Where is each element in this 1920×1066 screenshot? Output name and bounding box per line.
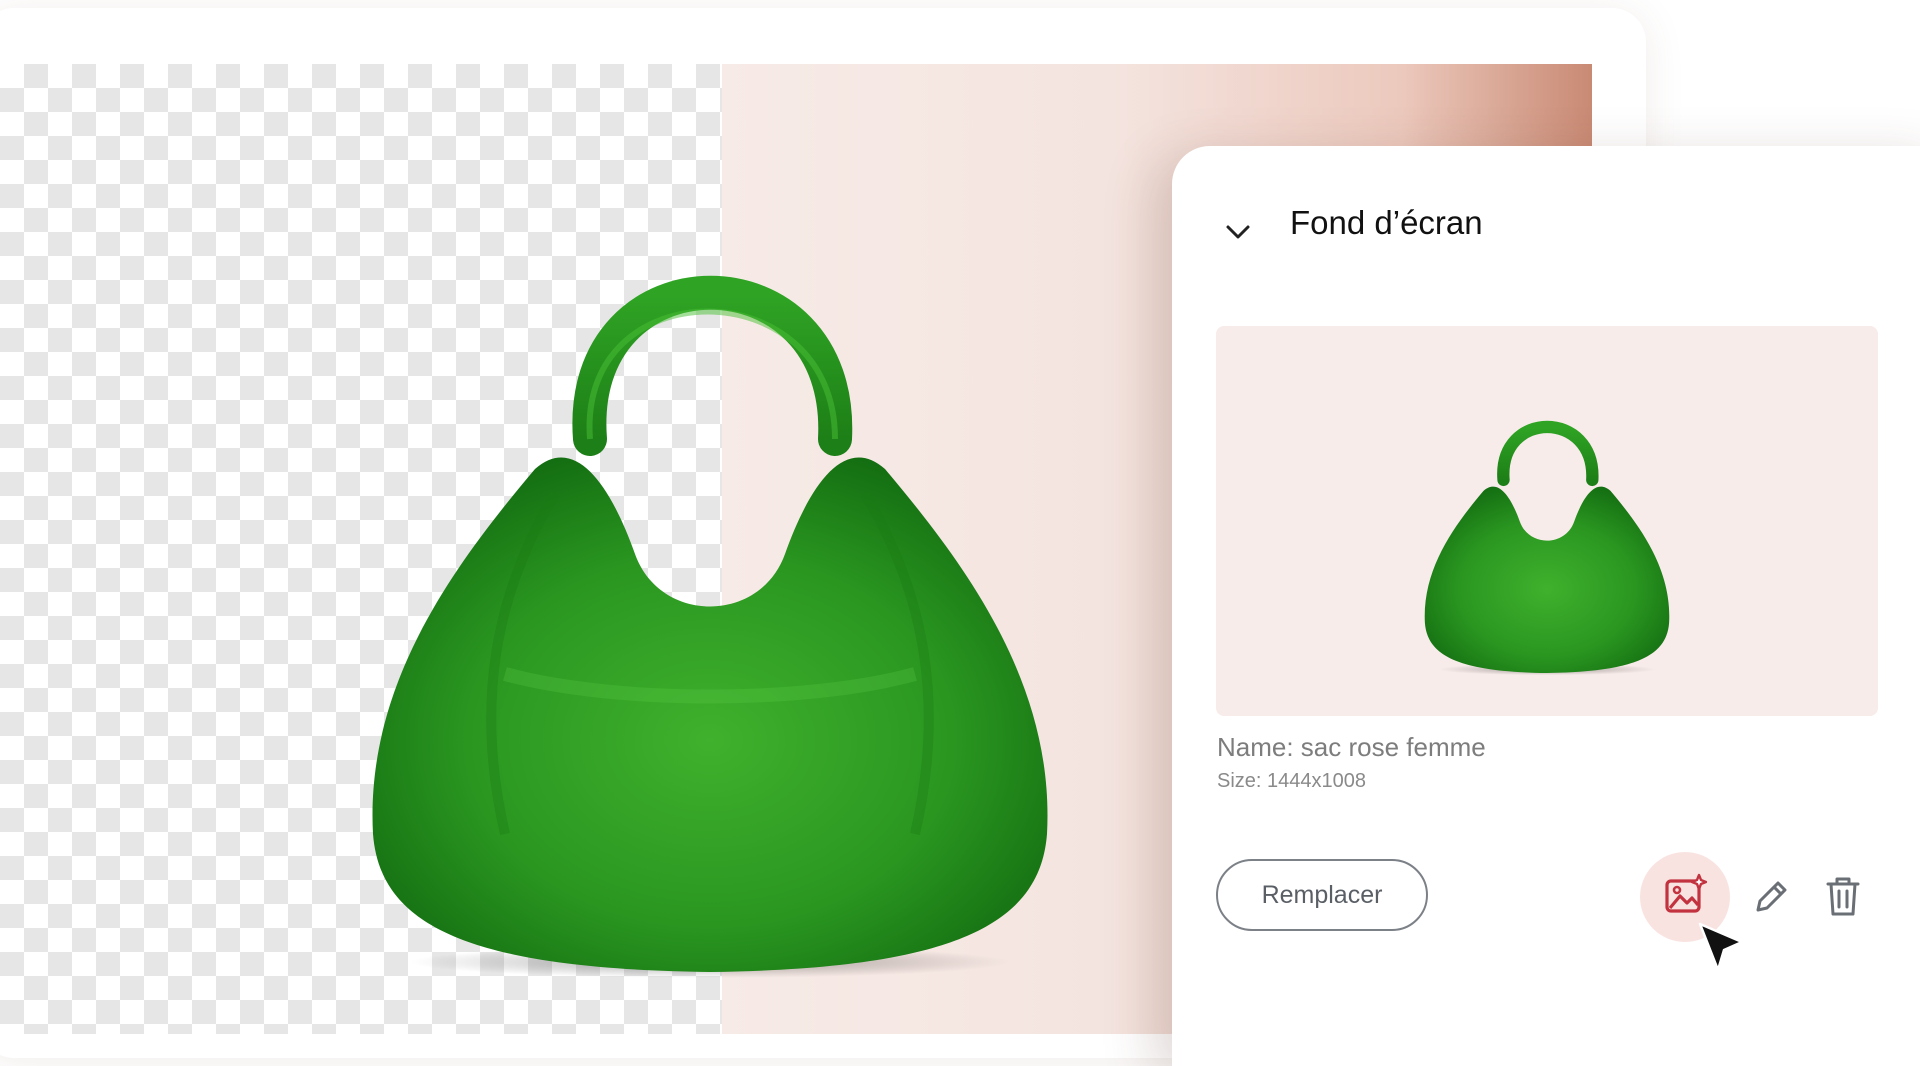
trash-icon[interactable]: [1820, 872, 1866, 920]
pencil-icon[interactable]: [1748, 874, 1794, 920]
replace-button[interactable]: Remplacer: [1216, 859, 1428, 931]
panel-title: Fond d’écran: [1290, 204, 1483, 241]
chevron-down-icon[interactable]: [1218, 212, 1258, 252]
mouse-cursor-icon: [1696, 920, 1748, 978]
background-settings-panel: Fond d’écran Name: sac rose femme Size: …: [1172, 146, 1920, 1066]
background-preview: [1216, 326, 1878, 716]
product-image-handbag: [365, 234, 1055, 984]
preview-handbag-image: [1422, 404, 1672, 679]
image-size: Size: 1444x1008: [1217, 770, 1367, 792]
image-name: Name: sac rose femme: [1217, 732, 1486, 762]
image-sparkle-icon: [1663, 873, 1708, 922]
